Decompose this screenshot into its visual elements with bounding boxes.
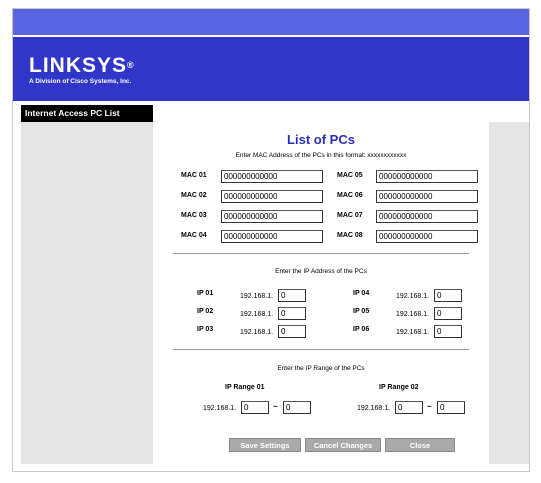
ip-01-label: IP 01: [197, 290, 214, 297]
ip-range-02-prefix: 192.168.1.: [357, 405, 391, 412]
linksys-logo: LINKSYS®: [29, 55, 134, 76]
mac-07-label: MAC 07: [337, 212, 363, 219]
ip-05-prefix: 192.168.1.: [396, 311, 430, 318]
mac-08-label: MAC 08: [337, 232, 363, 239]
window-frame: LINKSYS® A Division of Cisco Systems, In…: [12, 8, 530, 472]
logo-text: LINKSYS: [29, 54, 128, 77]
mac-01-label: MAC 01: [181, 172, 207, 179]
ip-range-01-label: IP Range 01: [225, 384, 265, 391]
mac-07-input[interactable]: 000000000000: [376, 210, 478, 223]
mac-05-label: MAC 05: [337, 172, 363, 179]
mac-03-input[interactable]: 000000000000: [221, 210, 323, 223]
mac-06-input[interactable]: 000000000000: [376, 190, 478, 203]
ip-03-label: IP 03: [197, 326, 214, 333]
mac-02-input[interactable]: 000000000000: [221, 190, 323, 203]
mac-03-label: MAC 03: [181, 212, 207, 219]
ip-06-input[interactable]: 0: [434, 325, 462, 338]
ip-02-label: IP 02: [197, 308, 214, 315]
mac-02-label: MAC 02: [181, 192, 207, 199]
range-instruction: Enter the IP Range of the PCs: [277, 365, 365, 372]
mac-04-label: MAC 04: [181, 232, 207, 239]
mac-instruction: Enter MAC Address of the PCs in this for…: [235, 152, 407, 159]
content-header-strip: [153, 105, 529, 122]
ip-range-02-label: IP Range 02: [379, 384, 419, 391]
ip-03-prefix: 192.168.1.: [240, 329, 274, 336]
ip-06-label: IP 06: [353, 326, 370, 333]
close-button[interactable]: Close: [385, 438, 455, 452]
ip-03-input[interactable]: 0: [278, 325, 306, 338]
save-settings-button[interactable]: Save Settings: [229, 438, 301, 452]
mac-06-label: MAC 06: [337, 192, 363, 199]
ip-04-input[interactable]: 0: [434, 289, 462, 302]
ip-instruction: Enter the IP Address of the PCs: [275, 268, 367, 275]
ip-02-input[interactable]: 0: [278, 307, 306, 320]
ip-01-prefix: 192.168.1.: [240, 293, 274, 300]
cancel-changes-button[interactable]: Cancel Changes: [305, 438, 381, 452]
main-content: List of PCs Enter MAC Address of the PCs…: [153, 122, 489, 464]
ip-02-prefix: 192.168.1.: [240, 311, 274, 318]
top-bar: [13, 9, 529, 35]
sidebar: [21, 122, 153, 464]
ip-range-01-start-input[interactable]: 0: [241, 401, 269, 414]
page-title: List of PCs: [287, 132, 355, 147]
mac-08-input[interactable]: 000000000000: [376, 230, 478, 243]
logo-tagline: A Division of Cisco Systems, Inc.: [29, 78, 132, 85]
section-divider: [173, 349, 469, 350]
range-02-separator: ~: [427, 402, 432, 411]
ip-range-01-end-input[interactable]: 0: [283, 401, 311, 414]
brand-header: LINKSYS® A Division of Cisco Systems, In…: [13, 37, 529, 101]
range-01-separator: ~: [273, 402, 278, 411]
ip-04-label: IP 04: [353, 290, 370, 297]
section-divider: [173, 253, 469, 254]
ip-01-input[interactable]: 0: [278, 289, 306, 302]
ip-range-02-start-input[interactable]: 0: [395, 401, 423, 414]
ip-range-01-prefix: 192.168.1.: [203, 405, 237, 412]
mac-05-input[interactable]: 000000000000: [376, 170, 478, 183]
sidebar-title: Internet Access PC List: [21, 105, 153, 122]
ip-04-prefix: 192.168.1.: [396, 293, 430, 300]
ip-05-label: IP 05: [353, 308, 370, 315]
mac-04-input[interactable]: 000000000000: [221, 230, 323, 243]
ip-range-02-end-input[interactable]: 0: [437, 401, 465, 414]
registered-mark: ®: [127, 60, 134, 70]
mac-01-input[interactable]: 000000000000: [221, 170, 323, 183]
right-gutter: [489, 122, 529, 464]
ip-05-input[interactable]: 0: [434, 307, 462, 320]
ip-06-prefix: 192.168.1.: [396, 329, 430, 336]
